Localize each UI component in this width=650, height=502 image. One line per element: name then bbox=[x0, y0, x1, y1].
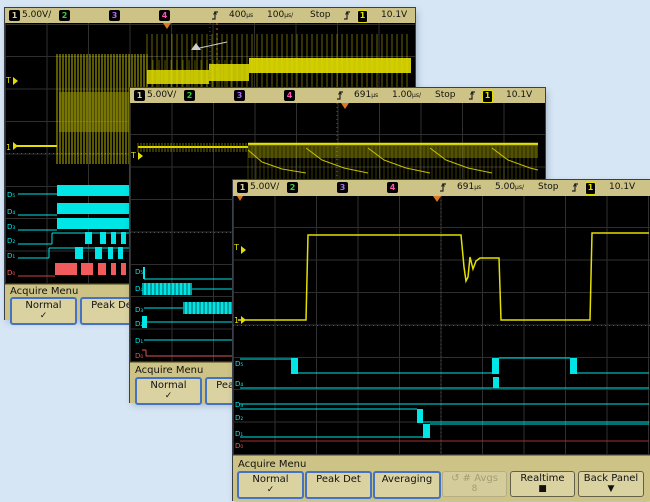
softkey-normal[interactable]: Normal ✓ bbox=[10, 297, 77, 325]
softkey-realtime[interactable]: Realtime ■ bbox=[510, 471, 575, 497]
down-arrow-icon: ▼ bbox=[579, 485, 643, 494]
softkey-menu: Acquire Menu Normal ✓ Peak Det Averaging… bbox=[233, 455, 650, 501]
delay-value: 691 bbox=[457, 182, 474, 192]
softkey-label: Normal bbox=[252, 474, 288, 485]
trigger-level: 10.1V bbox=[609, 182, 635, 192]
channel-4-indicator[interactable]: 4 bbox=[387, 182, 398, 193]
softkey-label: Averaging bbox=[382, 474, 432, 485]
channel-3-indicator[interactable]: 3 bbox=[234, 90, 245, 101]
softkey-normal[interactable]: Normal ✓ bbox=[135, 377, 202, 405]
trigger-position-icon bbox=[439, 182, 447, 196]
trigger-slope-icon bbox=[468, 90, 476, 104]
delay-unit: µs bbox=[371, 92, 378, 99]
delay-time: 691µs bbox=[354, 90, 371, 100]
trigger-source-indicator[interactable]: 1 bbox=[585, 182, 596, 195]
softkey-normal[interactable]: Normal ✓ bbox=[237, 471, 304, 499]
trigger-level: 10.1V bbox=[506, 90, 532, 100]
channel-1-indicator[interactable]: 1 bbox=[9, 10, 20, 21]
timebase-unit: µs/ bbox=[284, 12, 293, 19]
status-header: 1 5.00V/ 2 3 4 691µs 5.00µs/ Stop 1 10.1… bbox=[233, 180, 650, 196]
channel-1-indicator[interactable]: 1 bbox=[237, 182, 248, 193]
checkmark-icon: ✓ bbox=[137, 392, 200, 401]
timebase-value: 100 bbox=[267, 10, 284, 20]
channel-2-indicator[interactable]: 2 bbox=[59, 10, 70, 21]
channel-2-indicator[interactable]: 2 bbox=[184, 90, 195, 101]
desktop: { "colors":{"background":"#d6e6f5","head… bbox=[0, 0, 650, 502]
cycle-icon: ↺ bbox=[451, 473, 459, 484]
trigger-source-indicator[interactable]: 1 bbox=[482, 90, 493, 103]
waveform-display bbox=[233, 196, 650, 455]
softkey-label: Back Panel bbox=[584, 473, 638, 484]
timebase-unit: µs/ bbox=[515, 184, 524, 191]
timebase: 1.00µs/ bbox=[392, 90, 412, 100]
softkey-label: Normal bbox=[25, 300, 61, 311]
trigger-level: 10.1V bbox=[381, 10, 407, 20]
checkmark-icon: ✓ bbox=[12, 312, 75, 321]
status-header: 1 5.00V/ 2 3 4 691µs 1.00µs/ Stop 1 10.1… bbox=[130, 88, 545, 103]
channel-1-indicator[interactable]: 1 bbox=[134, 90, 145, 101]
run-state: Stop bbox=[435, 90, 455, 100]
softkey-label: Normal bbox=[150, 380, 186, 391]
avgs-count: 8 bbox=[443, 485, 506, 494]
softkey-peak-det[interactable]: Peak Det bbox=[305, 471, 372, 499]
softkey-averaging[interactable]: Averaging bbox=[373, 471, 441, 499]
menu-title: Acquire Menu bbox=[135, 365, 203, 376]
channel-1-scale: 5.00V/ bbox=[22, 10, 51, 20]
menu-title: Acquire Menu bbox=[10, 286, 78, 297]
toggle-square-icon: ■ bbox=[511, 485, 574, 494]
menu-title: Acquire Menu bbox=[238, 459, 306, 470]
delay-time: 691µs bbox=[457, 182, 474, 192]
timebase: 100µs/ bbox=[267, 10, 284, 20]
softkey-label: Peak Det bbox=[316, 474, 361, 485]
softkey-label: # Avgs bbox=[463, 473, 498, 484]
trigger-slope-icon bbox=[343, 10, 351, 24]
channel-1-scale: 5.00V/ bbox=[147, 90, 176, 100]
channel-4-indicator[interactable]: 4 bbox=[159, 10, 170, 21]
trigger-slope-icon bbox=[571, 182, 579, 196]
channel-4-indicator[interactable]: 4 bbox=[284, 90, 295, 101]
softkey-label: Realtime bbox=[520, 473, 564, 484]
timebase: 5.00µs/ bbox=[495, 182, 515, 192]
delay-time: 400µs bbox=[229, 10, 246, 20]
channel-3-indicator[interactable]: 3 bbox=[337, 182, 348, 193]
trigger-position-icon bbox=[211, 10, 219, 24]
trigger-position-icon bbox=[336, 90, 344, 104]
delay-value: 691 bbox=[354, 90, 371, 100]
delay-unit: µs bbox=[474, 184, 481, 191]
run-state: Stop bbox=[538, 182, 558, 192]
channel-3-indicator[interactable]: 3 bbox=[109, 10, 120, 21]
checkmark-icon: ✓ bbox=[239, 486, 302, 495]
timebase-unit: µs/ bbox=[412, 92, 421, 99]
channel-2-indicator[interactable]: 2 bbox=[287, 182, 298, 193]
run-state: Stop bbox=[310, 10, 330, 20]
delay-unit: µs bbox=[246, 12, 253, 19]
delay-value: 400 bbox=[229, 10, 246, 20]
status-header: 1 5.00V/ 2 3 4 400µs 100µs/ Stop 1 10.1V bbox=[5, 8, 415, 23]
timebase-value: 1.00 bbox=[392, 90, 412, 100]
softkey-num-avgs: ↺ # Avgs 8 bbox=[442, 471, 507, 497]
trigger-source-indicator[interactable]: 1 bbox=[357, 10, 368, 23]
scope-window-front[interactable]: 1 5.00V/ 2 3 4 691µs 5.00µs/ Stop 1 10.1… bbox=[233, 180, 650, 500]
channel-1-scale: 5.00V/ bbox=[250, 182, 279, 192]
timebase-value: 5.00 bbox=[495, 182, 515, 192]
softkey-back-panel[interactable]: Back Panel ▼ bbox=[578, 471, 644, 497]
